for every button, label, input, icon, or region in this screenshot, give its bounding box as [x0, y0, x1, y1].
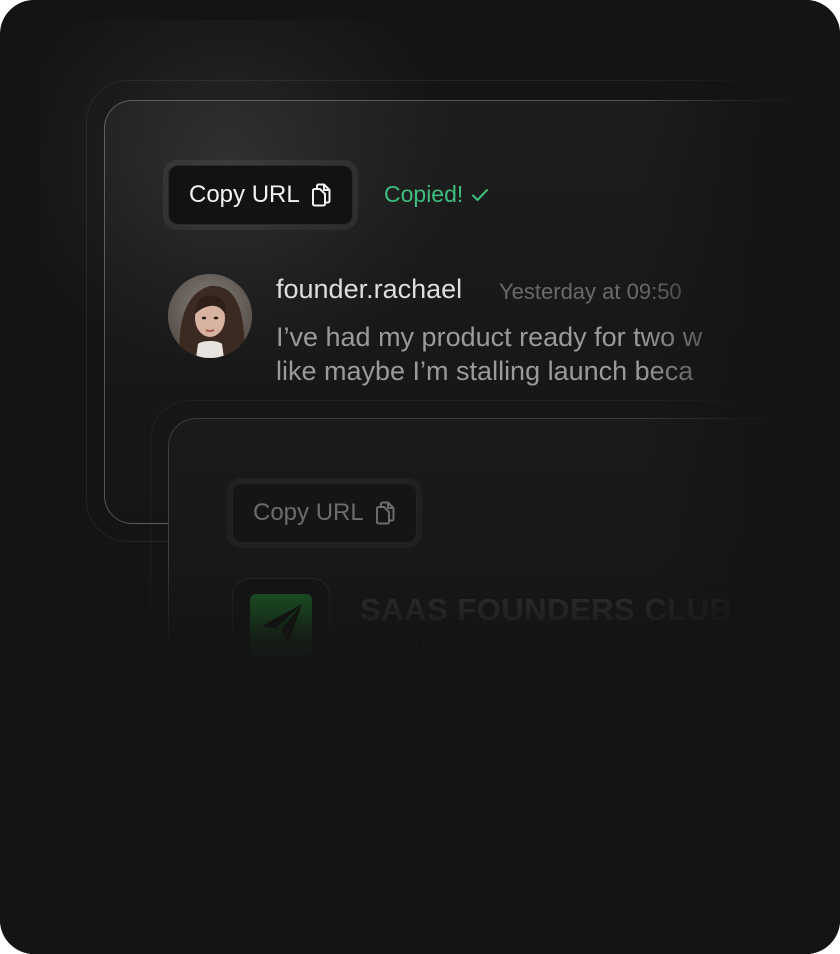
paper-plane-logo-icon — [248, 592, 314, 663]
message-username[interactable]: founder.rachael — [276, 274, 462, 305]
community-logo[interactable] — [232, 578, 330, 676]
copied-label: Copied! — [384, 181, 464, 207]
community-copy-url-wrap: Copy URL — [227, 478, 422, 548]
copy-url-button[interactable]: Copy URL — [168, 165, 353, 225]
copy-url-button-label: Copy URL — [189, 181, 300, 208]
copy-icon — [310, 183, 332, 207]
message-line-1: I’ve had my product ready for two w — [276, 322, 703, 352]
community-copy-url-label: Copy URL — [253, 499, 364, 526]
message-text: I’ve had my product ready for two w like… — [276, 320, 702, 388]
community-name[interactable]: SAAS FOUNDERS CLUB — [360, 592, 732, 628]
copy-url-button-wrap: Copy URL — [163, 160, 358, 230]
community-copy-url-button[interactable]: Copy URL — [232, 483, 417, 543]
message-line-2: like maybe I’m stalling launch beca — [276, 356, 694, 386]
user-avatar — [168, 274, 252, 358]
canvas: Copy URL Copied! founder.rachael Yesterd… — [0, 0, 840, 954]
message-timestamp: Yesterday at 09:50 — [499, 279, 682, 304]
copied-status: Copied! — [384, 181, 489, 208]
check-icon — [471, 181, 489, 208]
community-author: By @til — [360, 634, 431, 659]
copy-icon — [374, 501, 396, 525]
